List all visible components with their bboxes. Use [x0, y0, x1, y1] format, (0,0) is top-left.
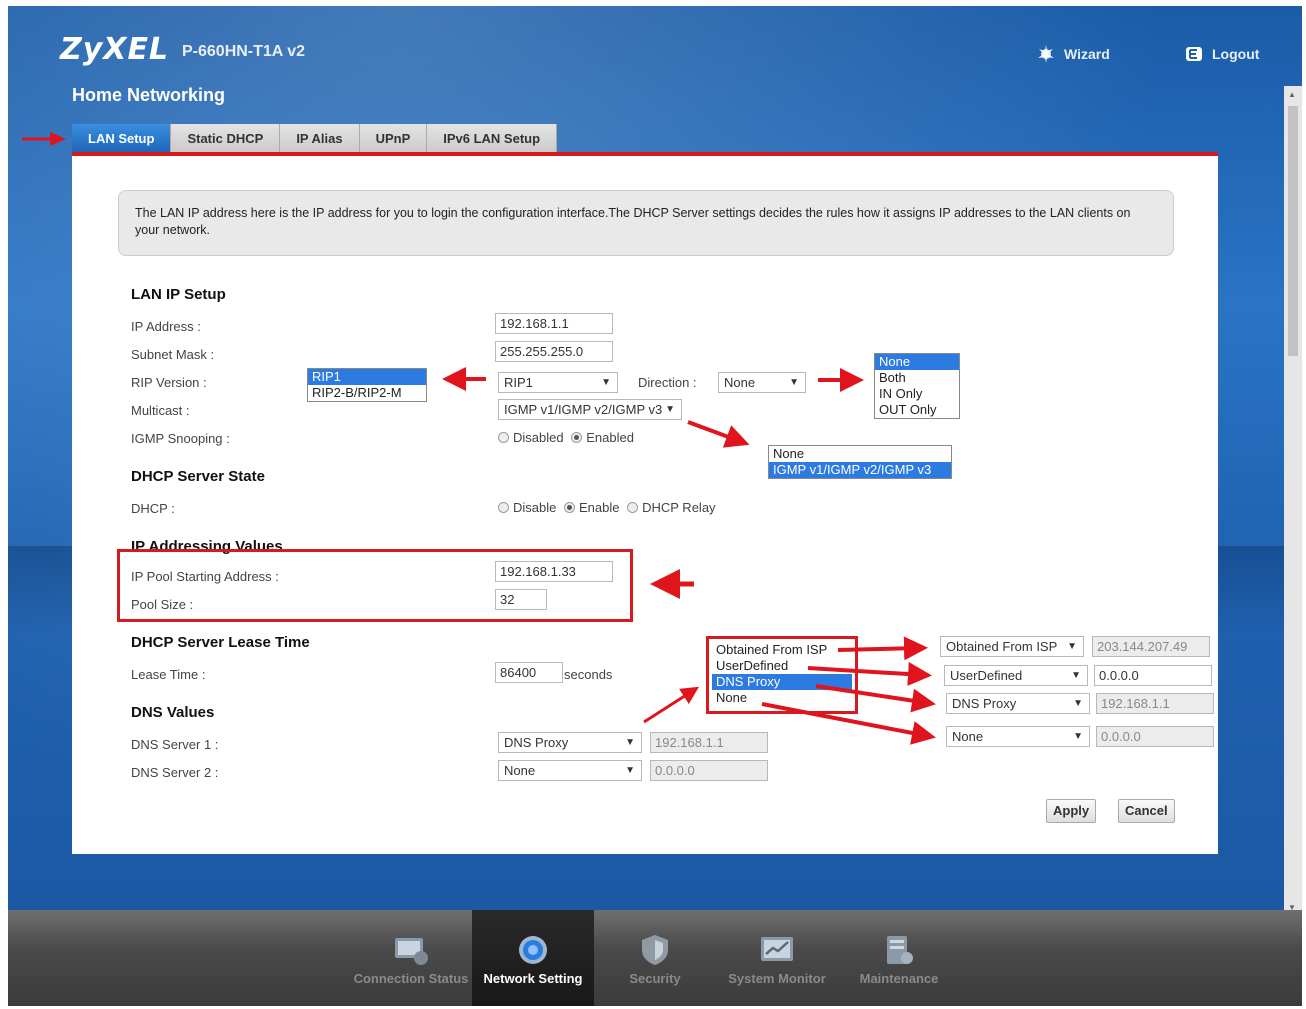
nav-label: Maintenance: [859, 971, 939, 986]
zyxel-logo: ZyXEL: [60, 32, 170, 67]
wizard-icon: [1038, 45, 1054, 63]
nav-system-monitor[interactable]: System Monitor: [716, 910, 838, 1006]
logout-label: Logout: [1212, 46, 1260, 62]
tab-ip-alias[interactable]: IP Alias: [280, 124, 360, 154]
tab-ipv6-lan-setup[interactable]: IPv6 LAN Setup: [427, 124, 558, 154]
nav-maintenance[interactable]: Maintenance: [838, 910, 960, 1006]
tab-static-dhcp[interactable]: Static DHCP: [171, 124, 281, 154]
footer-nav: Connection Status Network Setting Securi…: [8, 910, 1302, 1006]
maintenance-icon: [887, 936, 913, 964]
nav-label: System Monitor: [728, 971, 826, 986]
nav-label: Connection Status: [353, 971, 469, 986]
wizard-link[interactable]: Wizard: [1036, 44, 1110, 64]
logout-icon: [1186, 47, 1202, 61]
nav-network-setting[interactable]: Network Setting: [472, 910, 594, 1006]
content-panel: The LAN IP address here is the IP addres…: [72, 152, 1218, 854]
scroll-up-icon[interactable]: ▲: [1288, 90, 1296, 99]
red-arrow-tab: [22, 132, 66, 146]
nav-security[interactable]: Security: [594, 910, 716, 1006]
monitor-icon: [395, 938, 428, 965]
gear-icon: [519, 936, 547, 964]
nav-connection-status[interactable]: Connection Status: [350, 910, 472, 1006]
annotation-arrows: [442, 367, 936, 745]
tab-bar: LAN Setup Static DHCP IP Alias UPnP IPv6…: [72, 124, 558, 154]
nav-label: Network Setting: [483, 971, 583, 986]
wizard-label: Wizard: [1064, 46, 1110, 62]
arrow-dns-none: [761, 702, 936, 745]
logout-link[interactable]: Logout: [1184, 44, 1259, 64]
shield-icon: [642, 935, 668, 965]
nav-label: Security: [629, 971, 681, 986]
page-title: Home Networking: [72, 85, 226, 105]
chart-monitor-icon: [761, 937, 793, 961]
arrow-dns-options: [643, 686, 700, 724]
scrollbar-thumb[interactable]: [1288, 106, 1298, 356]
arrow-dns-user: [807, 662, 932, 687]
tab-upnp[interactable]: UPnP: [359, 124, 428, 154]
tab-lan-setup[interactable]: LAN Setup: [72, 124, 172, 154]
vertical-scrollbar[interactable]: ▲ ▼: [1284, 86, 1302, 916]
arrow-multicast: [687, 420, 750, 448]
router-window: ZyXEL P-660HN-T1A v2 Wizard Logout Home …: [8, 6, 1302, 1006]
arrow-dns-proxy: [815, 684, 936, 713]
arrow-dns-isp: [837, 636, 928, 661]
model-name: P-660HN-T1A v2: [182, 43, 306, 60]
